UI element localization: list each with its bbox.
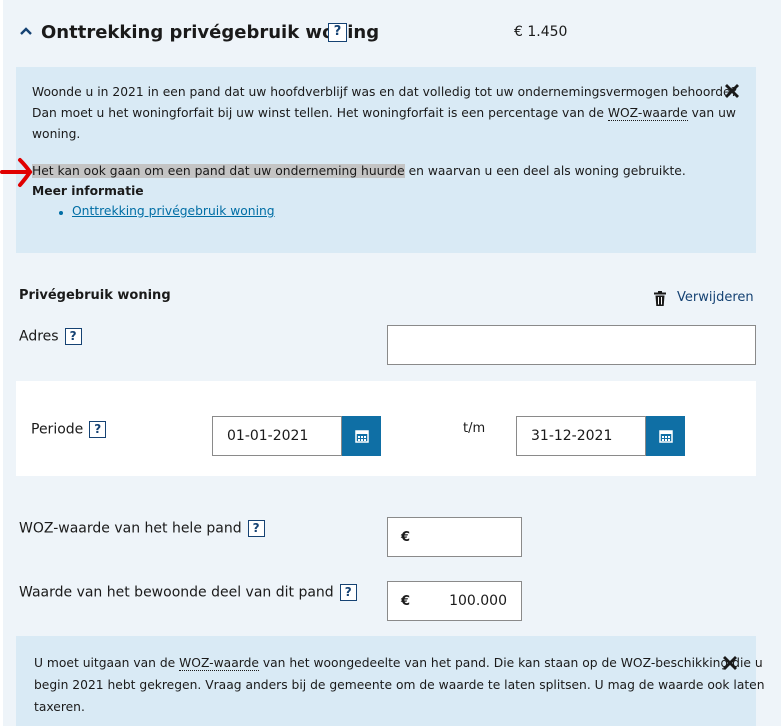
section-amount: € 1.450: [514, 24, 568, 40]
info-line-1: Woonde u in 2021 in een pand dat uw hoof…: [32, 85, 738, 99]
highlighted-text: Het kan ook gaan om een pand dat uw onde…: [32, 164, 405, 178]
woz-currency: €: [401, 530, 411, 545]
info2-line-1: U moet uitgaan van de WOZ-waarde van het…: [34, 653, 763, 674]
periode-to-field[interactable]: 31-12-2021: [516, 416, 685, 456]
periode-help-button[interactable]: ?: [89, 421, 107, 438]
adres-input[interactable]: [387, 325, 756, 365]
more-info-link[interactable]: Onttrekking privégebruik woning: [72, 204, 275, 218]
red-arrow-annotation-icon: [0, 158, 33, 187]
woz-label: WOZ-waarde van het hele pand?: [19, 520, 265, 537]
woz-label-text: WOZ-waarde van het hele pand: [19, 520, 242, 537]
section-header[interactable]: Onttrekking privégebruik woning ? € 1.45…: [0, 0, 781, 66]
info2-line-2: begin 2021 hebt gekregen. Vraag anders b…: [34, 678, 765, 692]
periode-label: Periode?: [31, 421, 107, 438]
info-line-4-tail: en waarvan u een deel als woning gebruik…: [404, 164, 686, 178]
adres-label-text: Adres: [19, 328, 59, 345]
periode-separator: t/m: [463, 421, 486, 436]
periode-from-field[interactable]: 01-01-2021: [212, 416, 381, 456]
bewoond-input[interactable]: € 100.000: [387, 581, 522, 621]
page: Onttrekking privégebruik woning ? € 1.45…: [0, 0, 781, 726]
bullet-icon: [59, 211, 63, 215]
woz-waarde-term[interactable]: WOZ-waarde: [179, 656, 259, 671]
periode-from-calendar-button[interactable]: [342, 416, 381, 456]
adres-help-button[interactable]: ?: [64, 328, 82, 345]
section-help-button[interactable]: ?: [328, 23, 347, 42]
periode-to-calendar-button[interactable]: [646, 416, 685, 456]
info-line-4: Het kan ook gaan om een pand dat uw onde…: [32, 161, 686, 182]
info-box-woningforfait: Woonde u in 2021 in een pand dat uw hoof…: [16, 67, 756, 253]
info-line-2: Dan moet u het woningforfait bij uw wins…: [32, 103, 736, 124]
calendar-icon: [354, 430, 369, 443]
trash-icon: [654, 291, 666, 306]
privegebruik-title: Privégebruik woning: [19, 288, 171, 303]
info-line-3: woning.: [32, 127, 81, 141]
info2-line-1-text: U moet uitgaan van de: [34, 656, 180, 670]
info2-line-3: taxeren.: [34, 700, 85, 714]
delete-label: Verwijderen: [677, 290, 754, 305]
woz-input[interactable]: €: [387, 517, 522, 557]
left-edge: [0, 0, 3, 726]
calendar-icon: [658, 430, 673, 443]
info-line-2-tail: van uw: [687, 106, 736, 120]
chevron-up-icon[interactable]: [19, 24, 33, 38]
periode-panel: Periode? 01-01-2021 t/m 31-12-2021: [16, 381, 756, 476]
bewoond-value: 100.000: [449, 593, 507, 609]
bewoond-label-text: Waarde van het bewoonde deel van dit pan…: [19, 584, 334, 601]
adres-label: Adres?: [19, 328, 82, 345]
info-line-2-text: Dan moet u het woningforfait bij uw wins…: [32, 106, 608, 120]
woz-waarde-term[interactable]: WOZ-waarde: [607, 106, 688, 121]
bewoond-currency: €: [401, 594, 411, 609]
bewoond-help-button[interactable]: ?: [339, 584, 357, 601]
periode-label-text: Periode: [31, 421, 84, 438]
periode-from-input[interactable]: 01-01-2021: [212, 416, 342, 456]
bewoond-label: Waarde van het bewoonde deel van dit pan…: [19, 584, 357, 601]
info-box-woz-waarde: U moet uitgaan van de WOZ-waarde van het…: [16, 636, 765, 726]
close-icon[interactable]: [721, 654, 739, 672]
info2-line-1-tail: van het woongedeelte van het pand. Die k…: [258, 656, 763, 670]
more-info-title: Meer informatie: [32, 184, 144, 198]
close-icon[interactable]: [723, 82, 741, 100]
woz-help-button[interactable]: ?: [247, 520, 265, 537]
periode-to-input[interactable]: 31-12-2021: [516, 416, 646, 456]
